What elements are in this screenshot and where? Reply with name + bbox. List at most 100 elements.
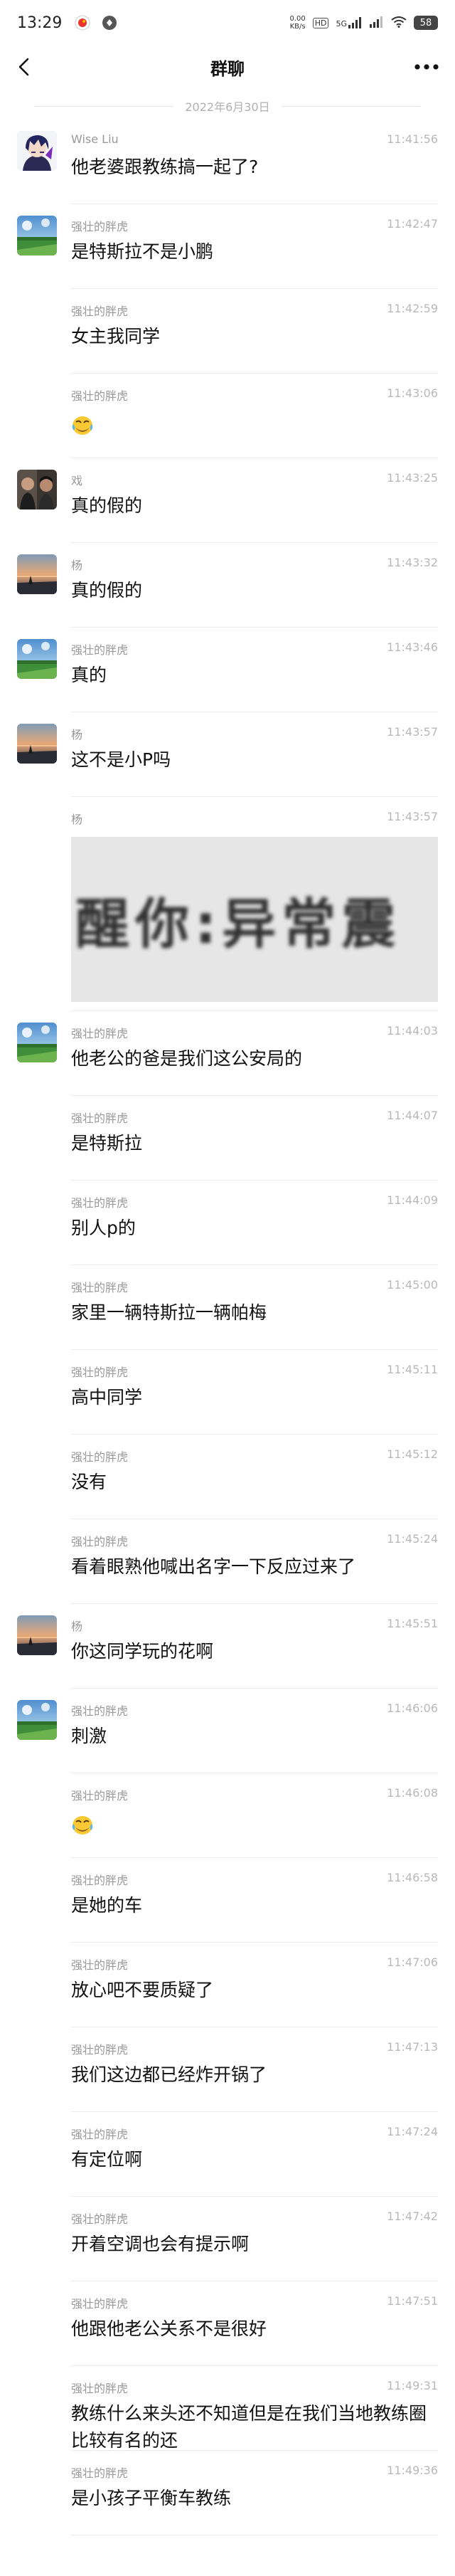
message-item[interactable]: 强壮的胖虎 11:45:11 高中同学 <box>0 1350 455 1435</box>
message-time: 11:47:06 <box>387 1955 438 1969</box>
sender-name: 强壮的胖虎 <box>71 643 129 657</box>
message-text[interactable]: 高中同学 <box>71 1384 437 1411</box>
message-text[interactable]: 是她的车 <box>71 1892 437 1919</box>
message-item[interactable]: 强壮的胖虎 11:45:12 没有 <box>0 1435 455 1519</box>
message-item[interactable]: 强壮的胖虎 11:43:46 真的 <box>0 628 455 712</box>
message-text[interactable]: 看着眼熟他喊出名字一下反应过来了 <box>71 1553 437 1580</box>
back-arrow-icon[interactable] <box>13 56 36 78</box>
message-item[interactable]: 强壮的胖虎 11:43:06 <box>0 374 455 458</box>
message-item[interactable]: 强壮的胖虎 11:47:51 他跟他老公关系不是很好 <box>0 2281 455 2366</box>
message-item[interactable]: 强壮的胖虎 11:46:08 <box>0 1773 455 1858</box>
message-time: 11:43:46 <box>387 640 438 654</box>
sender-avatar[interactable] <box>17 1615 57 1655</box>
message-item[interactable]: 强壮的胖虎 11:44:07 是特斯拉 <box>0 1096 455 1181</box>
message-time: 11:45:51 <box>387 1617 438 1630</box>
message-item[interactable]: 强壮的胖虎 11:49:31 教练什么来头还不知道但是在我们当地教练圈比较有名的还 <box>0 2366 455 2451</box>
sender-name: 强壮的胖虎 <box>71 2043 129 2057</box>
sender-name: 杨 <box>71 813 83 826</box>
message-text[interactable]: 是特斯拉 <box>71 1130 437 1157</box>
message-image[interactable]: 醒你:异常震 <box>71 837 438 1002</box>
message-text[interactable]: 开着空调也会有提示啊 <box>71 2231 437 2258</box>
message-text[interactable]: 放心吧不要质疑了 <box>71 1977 437 2004</box>
sender-name: 强壮的胖虎 <box>71 2212 129 2226</box>
sender-name: 强壮的胖虎 <box>71 2128 129 2141</box>
crying-laughing-emoji-icon <box>71 1815 94 1836</box>
message-item[interactable]: 强壮的胖虎 11:44:09 别人p的 <box>0 1181 455 1265</box>
message-item[interactable]: 强壮的胖虎 11:42:59 女主我同学 <box>0 289 455 374</box>
signal-label: 5G <box>336 19 347 28</box>
sender-avatar[interactable] <box>17 470 57 510</box>
sender-name: 强壮的胖虎 <box>71 1450 129 1464</box>
sender-avatar[interactable] <box>17 216 57 255</box>
message-item[interactable]: 强壮的胖虎 11:47:24 有定位啊 <box>0 2112 455 2197</box>
message-item[interactable]: 强壮的胖虎 11:46:58 是她的车 <box>0 1858 455 1943</box>
sender-avatar[interactable] <box>17 724 57 764</box>
message-text[interactable]: 这不是小P吗 <box>71 746 437 774</box>
message-time: 11:47:13 <box>387 2040 438 2054</box>
message-text[interactable]: 别人p的 <box>71 1215 437 1242</box>
message-item[interactable]: 强壮的胖虎 11:45:00 家里一辆特斯拉一辆帕梅 <box>0 1265 455 1350</box>
status-time: 13:29 <box>17 14 63 32</box>
sender-name: 强壮的胖虎 <box>71 2466 129 2480</box>
message-time: 11:46:08 <box>387 1786 438 1800</box>
message-text[interactable]: 没有 <box>71 1469 437 1496</box>
message-item[interactable]: 强壮的胖虎 11:44:03 他老公的爸是我们这公安局的 <box>0 1011 455 1096</box>
message-text[interactable]: 是小孩子平衡车教练 <box>71 2485 437 2512</box>
date-divider: 2022年6月30日 <box>0 95 455 117</box>
sender-avatar[interactable] <box>17 554 57 594</box>
message-item[interactable]: 戏 11:43:25 真的假的 <box>0 458 455 543</box>
message-item[interactable]: 杨 11:45:51 你这同学玩的花啊 <box>0 1604 455 1689</box>
sender-name: 强壮的胖虎 <box>71 1704 129 1718</box>
message-text[interactable]: 我们这边都已经炸开锅了 <box>71 2062 437 2089</box>
sender-avatar[interactable] <box>17 639 57 679</box>
message-text[interactable]: 有定位啊 <box>71 2146 437 2173</box>
message-text[interactable]: 真的 <box>71 662 437 689</box>
message-time: 11:43:32 <box>387 556 438 569</box>
message-list[interactable]: Wise Liu 11:41:56 他老婆跟教练搞一起了? 强壮的胖虎 11:42:47… <box>0 120 455 2535</box>
message-text[interactable]: 真的假的 <box>71 577 437 604</box>
sender-avatar[interactable] <box>17 131 57 171</box>
more-options-icon[interactable] <box>412 56 441 78</box>
message-text[interactable]: 女主我同学 <box>71 323 437 350</box>
signal-bars-icon <box>370 16 384 30</box>
message-text[interactable]: 家里一辆特斯拉一辆帕梅 <box>71 1299 437 1326</box>
battery-indicator: 58 <box>414 16 438 30</box>
message-time: 11:45:00 <box>387 1278 438 1292</box>
date-text: 2022年6月30日 <box>185 100 270 114</box>
hd-badge: HD <box>312 17 329 28</box>
message-text[interactable]: 他老公的爸是我们这公安局的 <box>71 1045 437 1072</box>
message-time: 11:43:57 <box>387 810 438 823</box>
status-bar: 13:29 0.00 KB/s HD 5G 58 <box>0 0 455 46</box>
message-item[interactable]: 杨 11:43:57 这不是小P吗 <box>0 712 455 797</box>
message-item[interactable]: 强壮的胖虎 11:47:13 我们这边都已经炸开锅了 <box>0 2027 455 2112</box>
message-time: 11:44:03 <box>387 1024 438 1038</box>
message-item[interactable]: 杨 11:43:57 醒你:异常震 <box>0 797 455 1011</box>
message-text[interactable]: 是特斯拉不是小鹏 <box>71 238 437 265</box>
message-item[interactable]: 强壮的胖虎 11:45:24 看着眼熟他喊出名字一下反应过来了 <box>0 1519 455 1604</box>
sender-avatar[interactable] <box>17 1700 57 1740</box>
sender-name: 强壮的胖虎 <box>71 2297 129 2311</box>
message-text[interactable]: 他跟他老公关系不是很好 <box>71 2316 437 2343</box>
sender-avatar[interactable] <box>17 1023 57 1062</box>
message-item[interactable]: 强壮的胖虎 11:47:06 放心吧不要质疑了 <box>0 1943 455 2027</box>
message-text[interactable]: 真的假的 <box>71 492 437 519</box>
message-text[interactable]: 他老婆跟教练搞一起了? <box>71 154 437 181</box>
message-time: 11:43:57 <box>387 725 438 739</box>
message-item[interactable]: 强壮的胖虎 11:47:42 开着空调也会有提示啊 <box>0 2197 455 2281</box>
message-text[interactable]: 你这同学玩的花啊 <box>71 1638 437 1665</box>
message-item[interactable]: Wise Liu 11:41:56 他老婆跟教练搞一起了? <box>0 120 455 204</box>
message-time: 11:45:11 <box>387 1363 438 1376</box>
message-time: 11:49:36 <box>387 2464 438 2477</box>
net-speed: 0.00 KB/s <box>289 15 305 31</box>
message-item[interactable]: 强壮的胖虎 11:49:36 是小孩子平衡车教练 <box>0 2451 455 2535</box>
message-text[interactable]: 教练什么来头还不知道但是在我们当地教练圈比较有名的还 <box>71 2400 437 2454</box>
message-item[interactable]: 杨 11:43:32 真的假的 <box>0 543 455 628</box>
net-speed-value: 0.00 <box>289 15 306 23</box>
message-item[interactable]: 强壮的胖虎 11:42:47 是特斯拉不是小鹏 <box>0 204 455 289</box>
sender-name: 杨 <box>71 728 83 741</box>
message-item[interactable]: 强壮的胖虎 11:46:06 刺激 <box>0 1689 455 1773</box>
message-time: 11:46:58 <box>387 1871 438 1884</box>
message-text[interactable]: 刺激 <box>71 1723 437 1750</box>
message-time: 11:42:47 <box>387 217 438 231</box>
message-time: 11:43:25 <box>387 471 438 485</box>
